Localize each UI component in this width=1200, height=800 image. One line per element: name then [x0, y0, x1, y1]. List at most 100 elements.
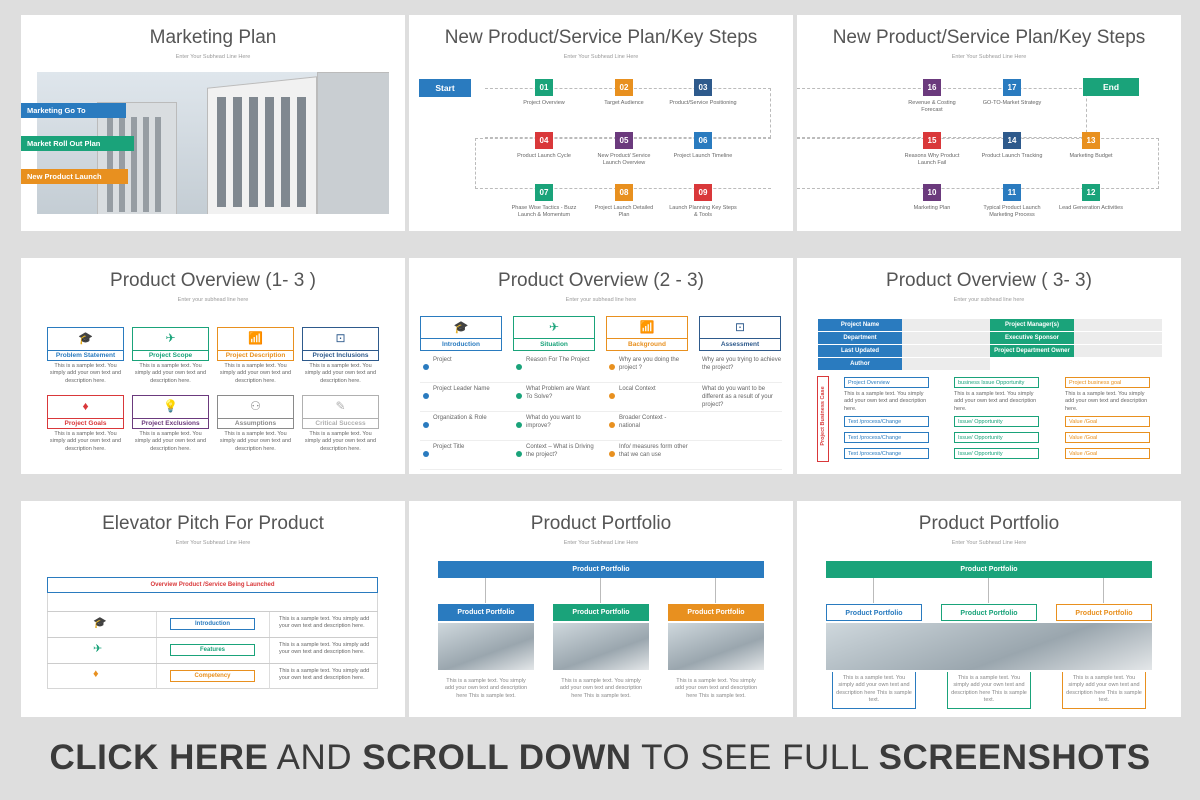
- bullet-dot: [609, 393, 615, 399]
- bullet-dot: [423, 393, 429, 399]
- card-box: 🎓 Problem Statement: [47, 327, 124, 361]
- row-tag: Issue/ Opportunity: [954, 432, 1039, 443]
- portfolio-description: This is a sample text. You simply add yo…: [947, 672, 1031, 709]
- item-description: This is a sample text. You simply add yo…: [279, 668, 370, 682]
- slide-product-overview-2[interactable]: Product Overview (2 - 3) Enter your subh…: [409, 258, 793, 474]
- portfolio-column-header: Product Portfolio: [553, 604, 649, 621]
- info-value[interactable]: [902, 319, 990, 331]
- info-value[interactable]: [902, 345, 990, 357]
- info-value[interactable]: [1074, 332, 1162, 344]
- slide-elevator-pitch[interactable]: Elevator Pitch For Product Enter Your Su…: [21, 501, 405, 717]
- diamond-icon: ♦: [93, 668, 99, 680]
- cell-text: Why are you trying to achieve the projec…: [702, 357, 782, 371]
- slide-subtitle: Enter your subhead line here: [953, 297, 1025, 303]
- slide-title: Marketing Plan: [149, 27, 277, 48]
- card-label: Problem Statement: [48, 350, 123, 359]
- cell-text: Project: [433, 357, 452, 363]
- slide-product-overview-1[interactable]: Product Overview (1- 3 ) Enter your subh…: [21, 258, 405, 474]
- cell-text: What do you want to be different as a re…: [702, 386, 773, 408]
- info-label: Project Name: [818, 319, 902, 331]
- bullet-dot: [516, 364, 522, 370]
- column-header: ✈ Situation: [513, 316, 595, 351]
- column-header: ⊡ Assessment: [699, 316, 781, 351]
- overview-card[interactable]: ⊡ Project Inclusions This is a sample text…: [302, 327, 379, 385]
- slide-subtitle: Enter Your Subhead Line Here: [951, 540, 1027, 546]
- cta-click-here[interactable]: CLICK HERE: [49, 738, 268, 777]
- cell-text: Organization & Role: [433, 415, 487, 421]
- step-number: 04: [535, 132, 553, 149]
- info-label: Project Department Owner: [990, 345, 1074, 357]
- info-value[interactable]: [902, 332, 990, 344]
- column-label: Background: [607, 338, 687, 350]
- slide-title: Product Overview ( 3- 3): [886, 270, 1092, 291]
- tag-marketing-go-to: Marketing Go To: [21, 103, 126, 118]
- bullet-dot: [516, 393, 522, 399]
- step-number: 15: [923, 132, 941, 149]
- step-label: GO-TO-Market Strategy: [982, 100, 1042, 106]
- overview-card[interactable]: 🎓 Problem Statement This is a sample text.…: [47, 327, 124, 385]
- overview-card[interactable]: ✎ Critical Success This is a sample text. …: [302, 395, 379, 453]
- step-number: 09: [694, 184, 712, 201]
- portfolio-column-header: Product Portfolio: [1056, 604, 1152, 621]
- slide-key-steps-2[interactable]: New Product/Service Plan/Key Steps Enter…: [797, 15, 1181, 231]
- step-label: Product/Service Positioning: [669, 100, 737, 106]
- row-divider: [47, 637, 378, 638]
- overview-card[interactable]: 💡 Project Exclusions This is a sample text…: [132, 395, 209, 453]
- lightbulb-icon: 💡: [163, 399, 178, 413]
- card-label: Project Exclusions: [133, 418, 208, 427]
- connector: [873, 578, 874, 603]
- overview-card[interactable]: ♦ Project Goals This is a sample text. You…: [47, 395, 124, 453]
- info-value[interactable]: [902, 358, 990, 370]
- card-box: 💡 Project Exclusions: [132, 395, 209, 429]
- step-label: Marketing Plan: [913, 205, 951, 211]
- slide-title: New Product/Service Plan/Key Steps: [832, 27, 1146, 48]
- step-label: Product Launch Cycle: [517, 153, 571, 159]
- bullet-dot: [516, 451, 522, 457]
- slide-product-portfolio-2[interactable]: Product Portfolio Enter Your Subhead Lin…: [797, 501, 1181, 717]
- connector: [988, 578, 989, 603]
- graduation-cap-icon: 🎓: [453, 320, 469, 334]
- cell-text: Project Title: [433, 444, 465, 450]
- diamond-icon: ♦: [82, 399, 89, 413]
- step-label: Target Audience: [604, 100, 644, 106]
- step-label: Reasons Why Product Launch Fail: [904, 153, 960, 167]
- info-value[interactable]: [1074, 319, 1162, 331]
- portfolio-description: This is a sample text. You simply add yo…: [559, 678, 643, 699]
- step-number: 03: [694, 79, 712, 96]
- column-description: This is a sample text. You simply add yo…: [1065, 391, 1148, 412]
- cell-text: Broader Context - national: [619, 415, 667, 429]
- portfolio-top-bar: Product Portfolio: [826, 561, 1152, 578]
- overview-header: Overview Product /Service Being Launched: [47, 577, 378, 593]
- row-tag: Value /Goal: [1065, 416, 1150, 427]
- slide-key-steps-1[interactable]: New Product/Service Plan/Key Steps Enter…: [409, 15, 793, 231]
- portfolio-description: This is a sample text. You simply add yo…: [444, 678, 528, 699]
- connector: [485, 578, 486, 603]
- slide-subtitle: Enter your subhead line here: [177, 297, 249, 303]
- cell-text: Project Leader Name: [433, 386, 490, 392]
- end-banner: End: [1083, 78, 1139, 96]
- overview-card[interactable]: 📶 Project Description This is a sample tex…: [217, 327, 294, 385]
- bullet-dot: [423, 451, 429, 457]
- cell-text: Reason For The Project: [526, 357, 590, 363]
- overview-card[interactable]: ✈ Project Scope This is a sample text. You…: [132, 327, 209, 385]
- graduation-cap-icon: 🎓: [78, 331, 93, 345]
- step-label: New Product/ Service Launch Overview: [597, 153, 651, 167]
- step-number: 07: [535, 184, 553, 201]
- slide-subtitle: Enter Your Subhead Line Here: [563, 54, 639, 60]
- cell-text: Local Context: [619, 386, 656, 392]
- portfolio-column-header: Product Portfolio: [941, 604, 1037, 621]
- slide-title: New Product/Service Plan/Key Steps: [444, 27, 758, 48]
- card-description: This is a sample text. You simply add yo…: [49, 363, 122, 384]
- overview-card[interactable]: ⚇ Assumptions This is a sample text. You s…: [217, 395, 294, 453]
- product-photo: [438, 623, 534, 670]
- slide-subtitle: Enter Your Subhead Line Here: [175, 540, 251, 546]
- portfolio-column-header: Product Portfolio: [438, 604, 534, 621]
- call-to-action[interactable]: CLICK HERE AND SCROLL DOWN TO SEE FULL S…: [0, 738, 1200, 778]
- product-photo: [668, 623, 764, 670]
- slide-product-portfolio-1[interactable]: Product Portfolio Enter Your Subhead Lin…: [409, 501, 793, 717]
- screen-icon: ⊡: [734, 320, 746, 334]
- slide-product-overview-3[interactable]: Product Overview ( 3- 3) Enter your subh…: [797, 258, 1181, 474]
- info-value[interactable]: [1074, 345, 1162, 357]
- column-label: Assessment: [700, 338, 780, 350]
- slide-marketing-plan[interactable]: Marketing Plan Enter Your Subhead Line H…: [21, 15, 405, 231]
